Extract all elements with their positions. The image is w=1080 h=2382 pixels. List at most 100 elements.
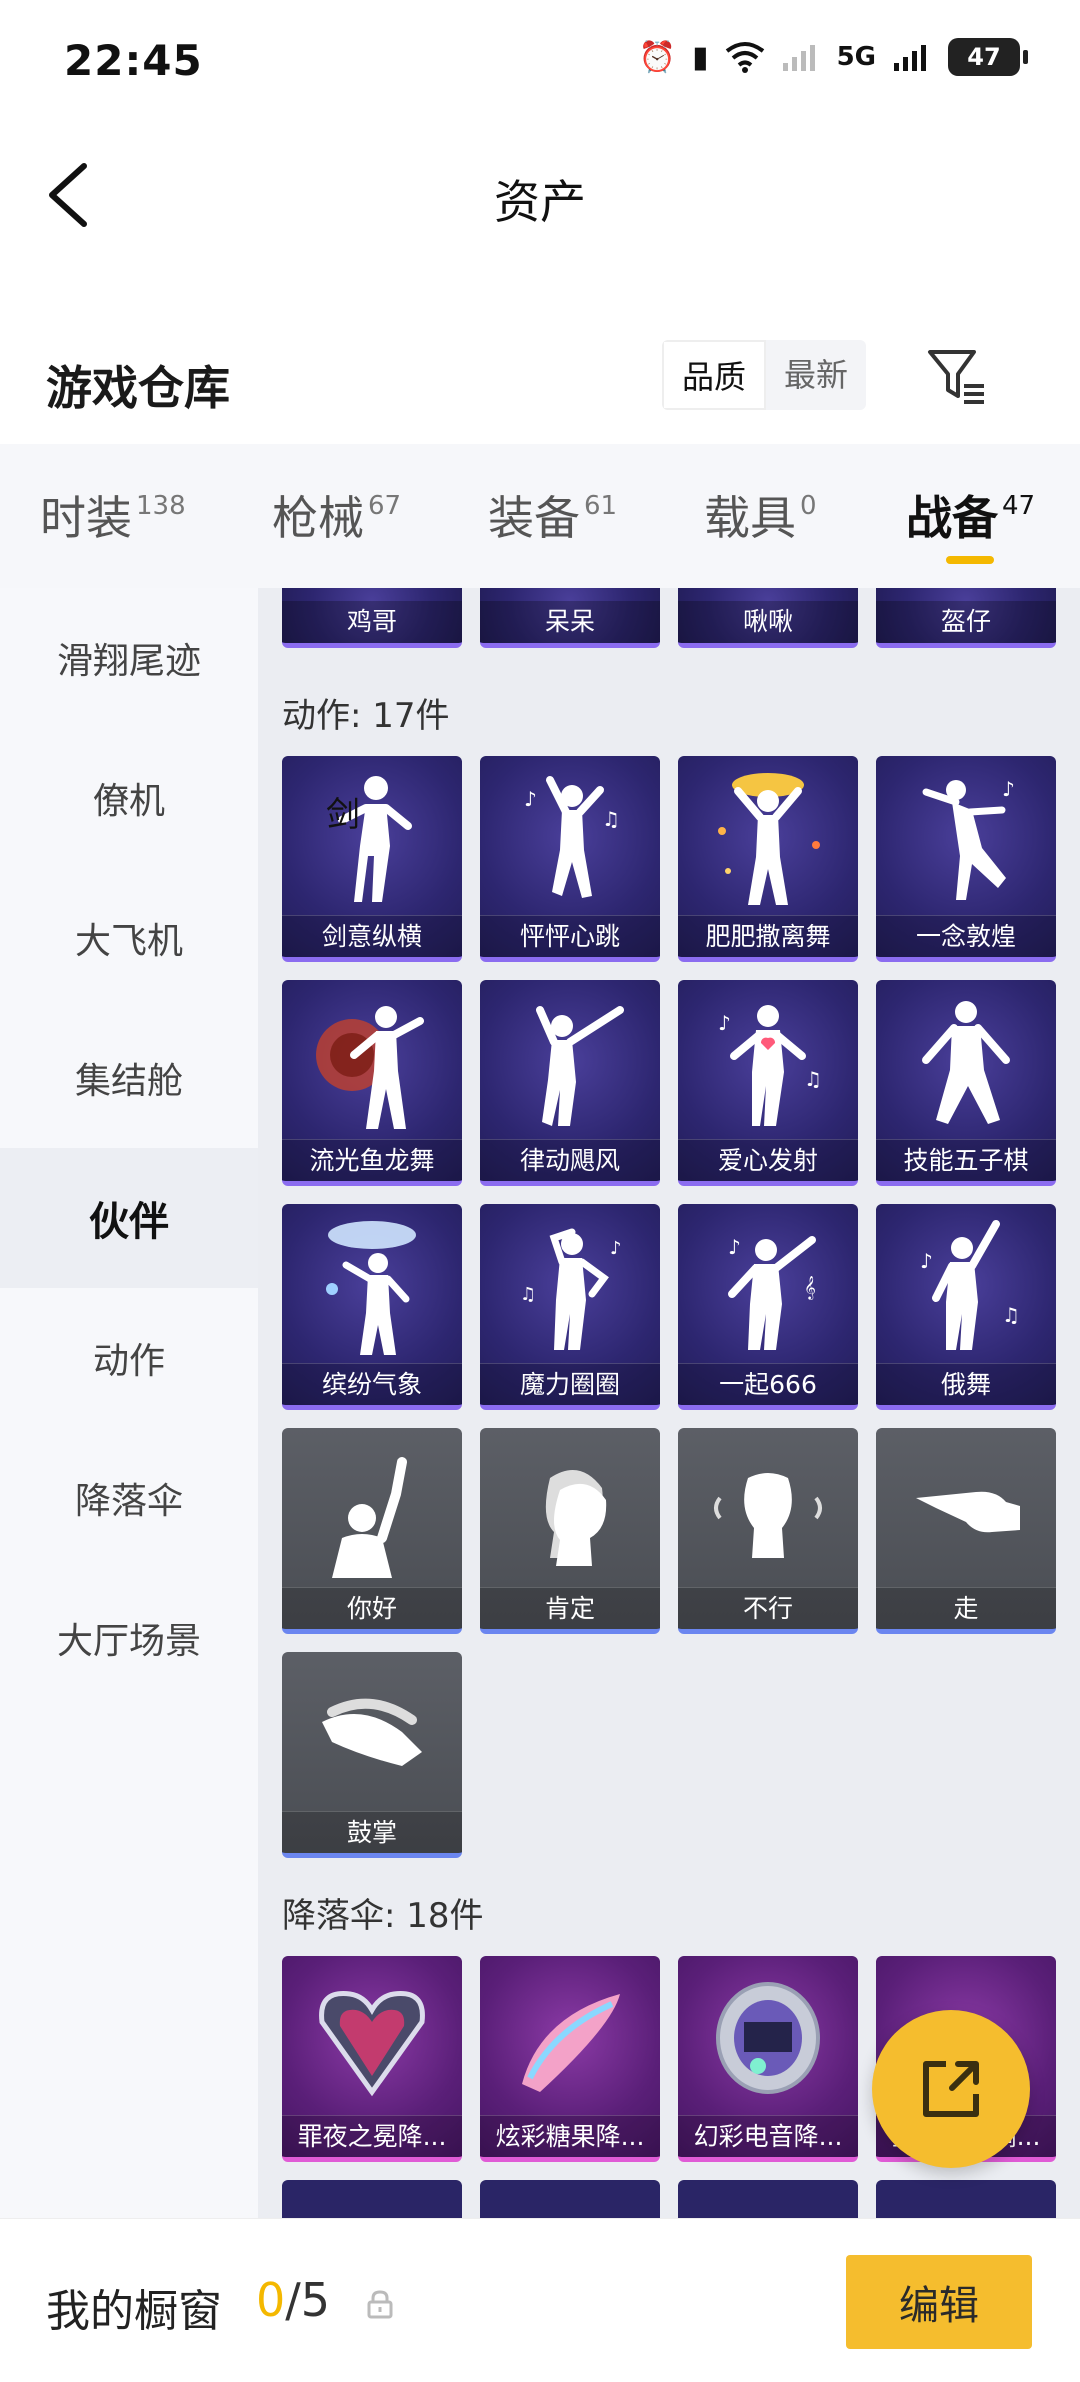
edit-button[interactable]: 编辑	[846, 2255, 1032, 2349]
action-card[interactable]: ♪ ♫ 俄舞	[876, 1204, 1056, 1410]
action-card[interactable]: ♪ ♫ 怦怦心跳	[480, 756, 660, 962]
dancer-icon	[282, 1204, 462, 1364]
dancer-icon	[678, 756, 858, 916]
item-name: 鼓掌	[282, 1811, 462, 1853]
parachute-card[interactable]: 罪夜之冕降...	[282, 1956, 462, 2162]
clap-hands-icon	[282, 1652, 462, 1812]
sidebar-item-partner[interactable]: 伙伴	[0, 1148, 258, 1288]
action-card[interactable]: 不行	[678, 1428, 858, 1634]
item-name: 技能五子棋	[876, 1139, 1056, 1181]
share-icon	[923, 2061, 979, 2117]
tab-label: 时装	[40, 491, 132, 545]
parachute-icon	[678, 1956, 858, 2116]
action-card[interactable]: 律动飓风	[480, 980, 660, 1186]
active-tab-indicator	[946, 556, 994, 564]
action-card[interactable]: ♪ 𝄞 一起666	[678, 1204, 858, 1410]
tab-label: 战备	[906, 491, 998, 545]
sidebar-item-glide-trail[interactable]: 滑翔尾迹	[0, 588, 258, 728]
svg-text:♪: ♪	[718, 1011, 731, 1035]
status-bar: 22:45 ⏰ ▮ 5G 47	[0, 0, 1080, 120]
sort-newest-button[interactable]: 最新	[766, 340, 866, 410]
nod-head-icon	[480, 1428, 660, 1588]
battery-icon: 47	[948, 38, 1028, 76]
action-card[interactable]: 肯定	[480, 1428, 660, 1634]
tab-count: 0	[800, 490, 817, 521]
partner-card[interactable]: 呆呆	[480, 588, 660, 648]
item-name: 怦怦心跳	[480, 915, 660, 957]
tab-firearms[interactable]: 枪械 67	[272, 482, 401, 548]
status-icons: ⏰ ▮ 5G 47	[638, 38, 1028, 76]
category-tabs: 时装 138 枪械 67 装备 61 载具 0 战备 47	[0, 444, 1080, 588]
dancer-icon: ♪ 𝄞	[678, 1204, 858, 1364]
action-card[interactable]: 技能五子棋	[876, 980, 1056, 1186]
action-card[interactable]: ♪ ♫ 爱心发射	[678, 980, 858, 1186]
item-name: 一念敦煌	[876, 915, 1056, 957]
item-card[interactable]	[282, 2180, 462, 2218]
wifi-icon	[725, 42, 764, 73]
item-card[interactable]	[678, 2180, 858, 2218]
partner-card[interactable]: 鸡哥	[282, 588, 462, 648]
partner-card[interactable]: 啾啾	[678, 588, 858, 648]
action-card[interactable]: 你好	[282, 1428, 462, 1634]
sidebar-item-wingman[interactable]: 僚机	[0, 728, 258, 868]
sidebar-item-action[interactable]: 动作	[0, 1288, 258, 1428]
tab-equipment[interactable]: 装备 61	[488, 482, 617, 548]
dancer-icon	[480, 980, 660, 1140]
vibrate-icon: ▮	[692, 39, 709, 75]
action-card[interactable]: 剑 剑意纵横	[282, 756, 462, 962]
action-card[interactable]: 肥肥撒离舞	[678, 756, 858, 962]
dancer-icon: ♪ ♫	[480, 756, 660, 916]
item-name: 一起666	[678, 1363, 858, 1405]
item-name: 魔力圈圈	[480, 1363, 660, 1405]
showcase-label: 我的橱窗	[46, 2286, 222, 2337]
action-card[interactable]: 缤纷气象	[282, 1204, 462, 1410]
tab-count: 138	[136, 490, 186, 521]
page-title: 资产	[494, 175, 586, 229]
sidebar-item-big-plane[interactable]: 大飞机	[0, 868, 258, 1008]
tab-count: 47	[1002, 490, 1036, 521]
parachute-card[interactable]: 幻彩电音降...	[678, 1956, 858, 2162]
tab-vehicles[interactable]: 载具 0	[704, 482, 817, 548]
item-name: 罪夜之冕降...	[282, 2115, 462, 2157]
svg-text:♪: ♪	[524, 787, 537, 811]
showcase-count: 0/5	[256, 2273, 330, 2327]
tab-count: 67	[368, 490, 402, 521]
shake-head-icon	[678, 1428, 858, 1588]
tab-count: 61	[584, 490, 618, 521]
app-header: 资产	[0, 120, 1080, 260]
svg-text:♪: ♪	[920, 1249, 933, 1273]
parachute-icon	[480, 1956, 660, 2116]
tab-fashion[interactable]: 时装 138	[40, 482, 186, 548]
action-card[interactable]: ♪ ♫ 魔力圈圈	[480, 1204, 660, 1410]
sort-quality-button[interactable]: 品质	[662, 340, 767, 410]
point-hand-icon	[876, 1428, 1056, 1588]
parachute-card[interactable]: 炫彩糖果降...	[480, 1956, 660, 2162]
alarm-icon: ⏰	[638, 39, 677, 75]
dancer-icon	[282, 980, 462, 1140]
sidebar-item-parachute[interactable]: 降落伞	[0, 1428, 258, 1568]
warehouse-header: 游戏仓库	[0, 330, 1080, 440]
sidebar: 滑翔尾迹 僚机 大飞机 集结舱 伙伴 动作 降落伞 大厅场景	[0, 588, 258, 2218]
actions-section-title: 动作: 17件	[282, 696, 450, 736]
tab-supplies[interactable]: 战备 47	[906, 482, 1035, 548]
filter-icon[interactable]	[924, 346, 988, 406]
sidebar-item-lobby-scene[interactable]: 大厅场景	[0, 1568, 258, 1708]
item-card[interactable]	[480, 2180, 660, 2218]
dancer-icon: ♪	[876, 756, 1056, 916]
action-card[interactable]: ♪ 一念敦煌	[876, 756, 1056, 962]
action-card[interactable]: 鼓掌	[282, 1652, 462, 1858]
svg-text:♫: ♫	[602, 807, 620, 831]
action-card[interactable]: 走	[876, 1428, 1056, 1634]
partner-card[interactable]: 盔仔	[876, 588, 1056, 648]
svg-text:♪: ♪	[1002, 777, 1015, 801]
item-card[interactable]	[876, 2180, 1056, 2218]
item-name: 缤纷气象	[282, 1363, 462, 1405]
svg-text:♫: ♫	[804, 1067, 822, 1091]
share-button[interactable]	[872, 2010, 1030, 2168]
item-name: 你好	[282, 1587, 462, 1629]
action-card[interactable]: 流光鱼龙舞	[282, 980, 462, 1186]
sidebar-item-assembly-pod[interactable]: 集结舱	[0, 1008, 258, 1148]
svg-text:剑: 剑	[326, 795, 360, 835]
network-type-label: 5G	[836, 42, 876, 72]
showcase-bar: 我的橱窗 0/5 编辑	[0, 2218, 1080, 2382]
